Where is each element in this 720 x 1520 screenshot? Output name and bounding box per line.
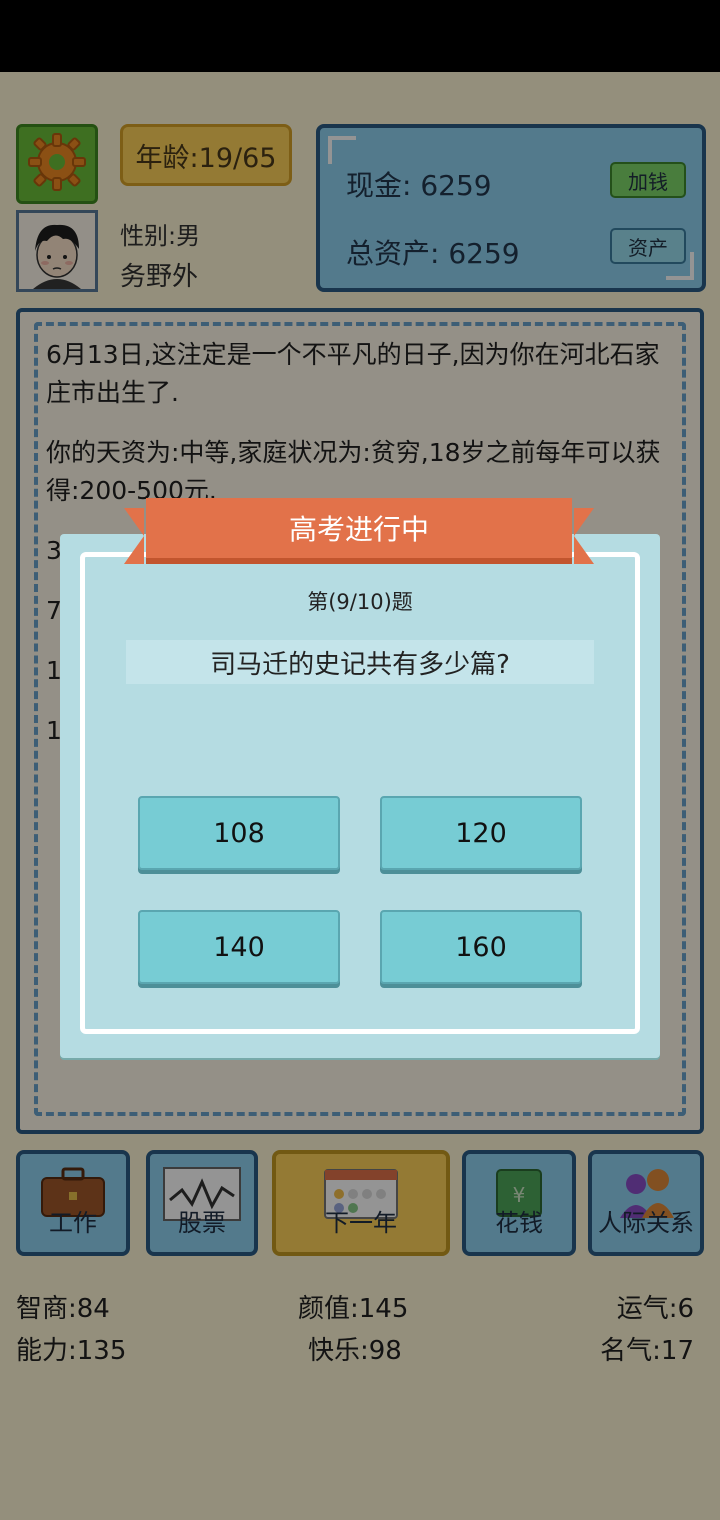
- exam-title-ribbon: 高考进行中: [124, 498, 594, 564]
- question-text: 司马迁的史记共有多少篇?: [126, 640, 594, 684]
- ribbon-tail-right: [574, 508, 594, 564]
- answer-button-3[interactable]: 140: [138, 910, 340, 984]
- question-number: 第(9/10)题: [307, 590, 413, 614]
- ribbon-tail-left: [124, 508, 144, 564]
- answer-button-4[interactable]: 160: [380, 910, 582, 984]
- answer-button-2[interactable]: 120: [380, 796, 582, 870]
- exam-title: 高考进行中: [146, 498, 572, 564]
- answer-button-1[interactable]: 108: [138, 796, 340, 870]
- status-bar: [0, 0, 720, 72]
